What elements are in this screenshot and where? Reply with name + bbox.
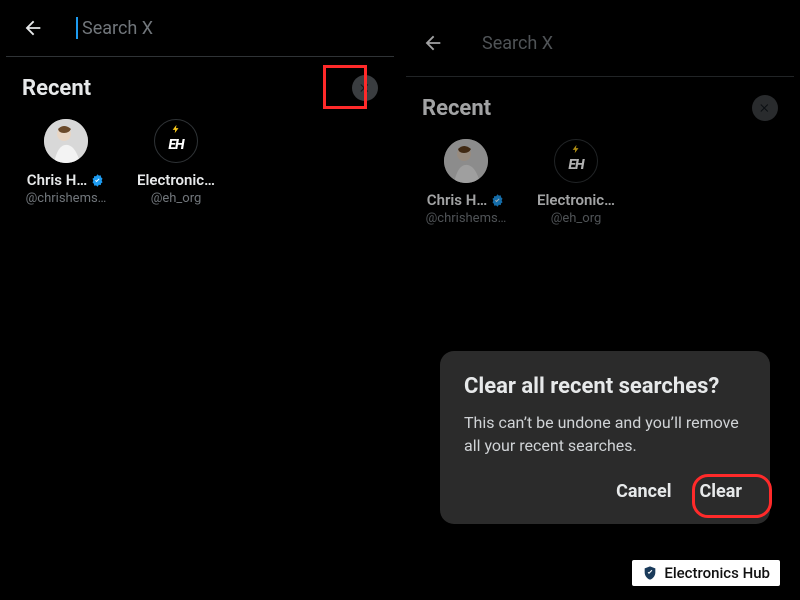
dialog-body: This can’t be undone and you’ll remove a… (464, 412, 746, 457)
recent-item-name-row: Electronic… (537, 191, 615, 209)
dialog-title: Clear all recent searches? (464, 373, 746, 401)
recent-item-handle: @chrishems… (26, 191, 107, 206)
recent-item-name: Electronic… (537, 191, 615, 209)
recent-item-handle: @eh_org (551, 211, 602, 226)
avatar (44, 119, 88, 163)
recent-label: Recent (22, 76, 91, 101)
phone-screenshot-right: Search X Recent Chris H… (406, 0, 794, 588)
search-placeholder: Search X (82, 18, 153, 39)
bolt-icon (571, 144, 581, 154)
back-button[interactable] (416, 26, 450, 60)
recent-item-name: Chris H… (427, 191, 487, 209)
arrow-left-icon (22, 17, 44, 39)
top-bar: Search X (6, 0, 394, 57)
recent-header: Recent (406, 77, 794, 129)
avatar-logo-text: EH (168, 137, 183, 153)
verified-badge-icon (90, 173, 105, 188)
clear-recent-button[interactable] (752, 95, 778, 121)
close-icon (759, 102, 771, 114)
avatar-image (444, 139, 488, 183)
recent-item-name: Chris H… (27, 171, 87, 189)
annotation-highlight-oval (692, 474, 772, 518)
recent-label: Recent (422, 96, 491, 121)
recent-item-handle: @eh_org (151, 191, 202, 206)
recent-item[interactable]: Chris H… @chrishems… (20, 119, 112, 206)
avatar (444, 139, 488, 183)
avatar-image (44, 119, 88, 163)
shield-icon (642, 565, 658, 581)
dimmed-background: Search X Recent Chris H… (406, 0, 794, 236)
watermark-text: Electronics Hub (664, 564, 770, 582)
recent-item-name: Electronic… (137, 171, 215, 189)
recent-item-name-row: Chris H… (427, 191, 505, 209)
recent-searches-list: Chris H… @chrishems… EH Electronic… @eh_… (406, 129, 794, 236)
avatar: EH (554, 139, 598, 183)
recent-searches-list: Chris H… @chrishems… EH Electronic… @eh_… (6, 109, 394, 216)
recent-item-name-row: Chris H… (27, 171, 105, 189)
back-button[interactable] (16, 11, 50, 45)
avatar: EH (154, 119, 198, 163)
search-input[interactable]: Search X (72, 18, 384, 39)
recent-item[interactable]: Chris H… @chrishems… (420, 139, 512, 226)
recent-item-handle: @chrishems… (426, 211, 507, 226)
search-placeholder: Search X (482, 33, 553, 54)
recent-item[interactable]: EH Electronic… @eh_org (130, 119, 222, 206)
arrow-left-icon (422, 32, 444, 54)
verified-badge-icon (490, 193, 505, 208)
recent-item-name-row: Electronic… (137, 171, 215, 189)
bolt-icon (171, 124, 181, 134)
phone-screenshot-left: Search X Recent Chris H… @chrishems… (6, 0, 394, 588)
search-input[interactable]: Search X (472, 33, 784, 54)
text-cursor (76, 17, 78, 39)
cancel-button[interactable]: Cancel (612, 475, 675, 508)
top-bar: Search X (406, 0, 794, 77)
watermark: Electronics Hub (632, 560, 780, 586)
recent-item[interactable]: EH Electronic… @eh_org (530, 139, 622, 226)
annotation-highlight-rect (323, 65, 367, 109)
avatar-logo-text: EH (568, 157, 583, 173)
